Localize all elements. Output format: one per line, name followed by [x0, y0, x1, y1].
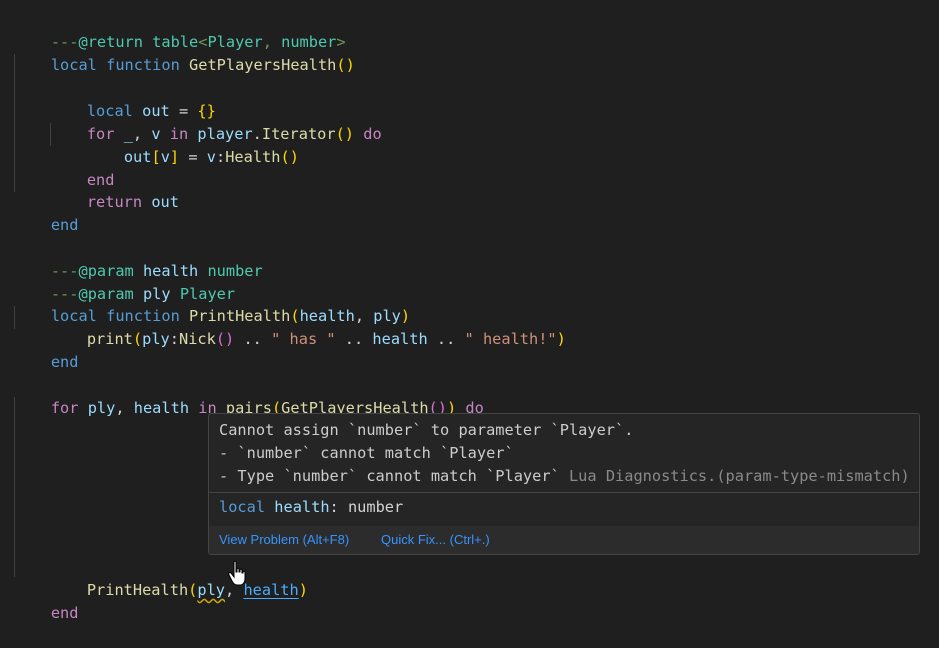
code-line-14[interactable]: print(ply:Nick() .. " has " .. health ..…: [50, 305, 566, 348]
view-problem-link[interactable]: View Problem (Alt+F8): [219, 532, 349, 547]
decl-type: number: [347, 498, 404, 516]
keyword: do: [363, 125, 382, 143]
separator: ,: [115, 399, 134, 417]
string-literal: " health!": [464, 330, 557, 348]
decl-keyword: local: [219, 498, 266, 516]
code-line-4[interactable]: local out = {}: [50, 77, 216, 120]
variable: health: [372, 330, 428, 348]
code-line-25[interactable]: PrintHealth(ply, health): [50, 556, 308, 599]
code-line-26[interactable]: end: [14, 579, 79, 622]
bracket: ): [289, 148, 299, 166]
hand-pointer-icon: [228, 560, 246, 586]
variable: v: [160, 148, 170, 166]
bracket: ): [298, 581, 308, 599]
code-line-8[interactable]: return out: [50, 168, 179, 211]
variable: health: [133, 399, 190, 417]
code-line-15[interactable]: end: [14, 328, 79, 371]
bracket: (: [132, 330, 143, 348]
function-name: Nick: [178, 330, 216, 348]
variable: out: [151, 193, 179, 211]
bracket: (: [215, 330, 226, 348]
function-name: PrintHealth: [86, 581, 189, 599]
operator: ..: [427, 330, 465, 348]
operator: ..: [234, 330, 272, 348]
variable: out: [123, 148, 152, 166]
diagnostic-line: - `number` cannot match `Player`: [219, 444, 514, 462]
bracket: ): [344, 125, 355, 143]
diagnostic-message: Cannot assign `number` to parameter `Pla…: [219, 419, 910, 488]
code-line-12[interactable]: ---@param ply Player: [14, 260, 235, 303]
bracket: (: [188, 581, 198, 599]
bracket: [: [151, 148, 161, 166]
diagnostic-hover-popup[interactable]: Cannot assign `number` to parameter `Pla…: [208, 413, 920, 555]
bracket: ): [225, 330, 235, 348]
bracket: (: [335, 125, 345, 143]
variable: ply: [87, 399, 116, 417]
code-line-13[interactable]: local function PrintHealth(health, ply): [14, 282, 410, 325]
hover-actions-bar: View Problem (Alt+F8) Quick Fix... (Ctrl…: [209, 526, 919, 554]
warning-variable[interactable]: ply: [197, 581, 225, 599]
function-name: Health: [225, 148, 281, 166]
keyword: end: [50, 353, 79, 371]
code-line-17[interactable]: for ply, health in pairs(GetPlayersHealt…: [14, 374, 484, 417]
code-line-1[interactable]: ---@return table<Player, number>: [14, 8, 346, 51]
keyword: for: [50, 399, 79, 417]
colon: :: [169, 330, 179, 348]
colon: :: [216, 148, 226, 166]
code-line-5[interactable]: for _, v in player.Iterator() do: [50, 100, 382, 143]
code-line-6[interactable]: out[v] = v:Health(): [87, 123, 299, 166]
bracket: ): [345, 56, 355, 74]
operator: =: [179, 148, 207, 166]
code-line-9[interactable]: end: [14, 191, 79, 234]
keyword: function: [106, 56, 180, 74]
keyword: end: [50, 604, 79, 622]
variable: v: [206, 148, 216, 166]
divider: [209, 492, 919, 493]
bracket: (: [280, 148, 290, 166]
bracket: ): [556, 330, 566, 348]
operator: ..: [335, 330, 373, 348]
keyword: return: [86, 193, 143, 211]
code-line-2[interactable]: local function GetPlayersHealth(): [14, 31, 355, 74]
keyword: local: [50, 56, 97, 74]
hovered-variable[interactable]: health: [243, 581, 298, 599]
code-line-7[interactable]: end: [50, 146, 115, 189]
decl-colon: :: [329, 498, 348, 516]
declaration-info: local health: number: [219, 496, 403, 519]
function-name: print: [86, 330, 133, 348]
decl-name: health: [274, 498, 330, 516]
diagnostic-line: Cannot assign `number` to parameter `Pla…: [219, 421, 634, 439]
string-literal: " has ": [271, 330, 336, 348]
code-line-11[interactable]: ---@param health number: [14, 237, 263, 280]
function-name: GetPlayersHealth: [189, 56, 337, 74]
diagnostic-source: Lua Diagnostics.(param-type-mismatch): [559, 467, 910, 485]
diagnostic-line: - Type `number` cannot match `Player`: [219, 467, 560, 485]
keyword: end: [50, 216, 79, 234]
variable: ply: [142, 330, 170, 348]
bracket: (: [336, 56, 346, 74]
quick-fix-link[interactable]: Quick Fix... (Ctrl+.): [381, 532, 490, 547]
bracket: ]: [169, 148, 180, 166]
